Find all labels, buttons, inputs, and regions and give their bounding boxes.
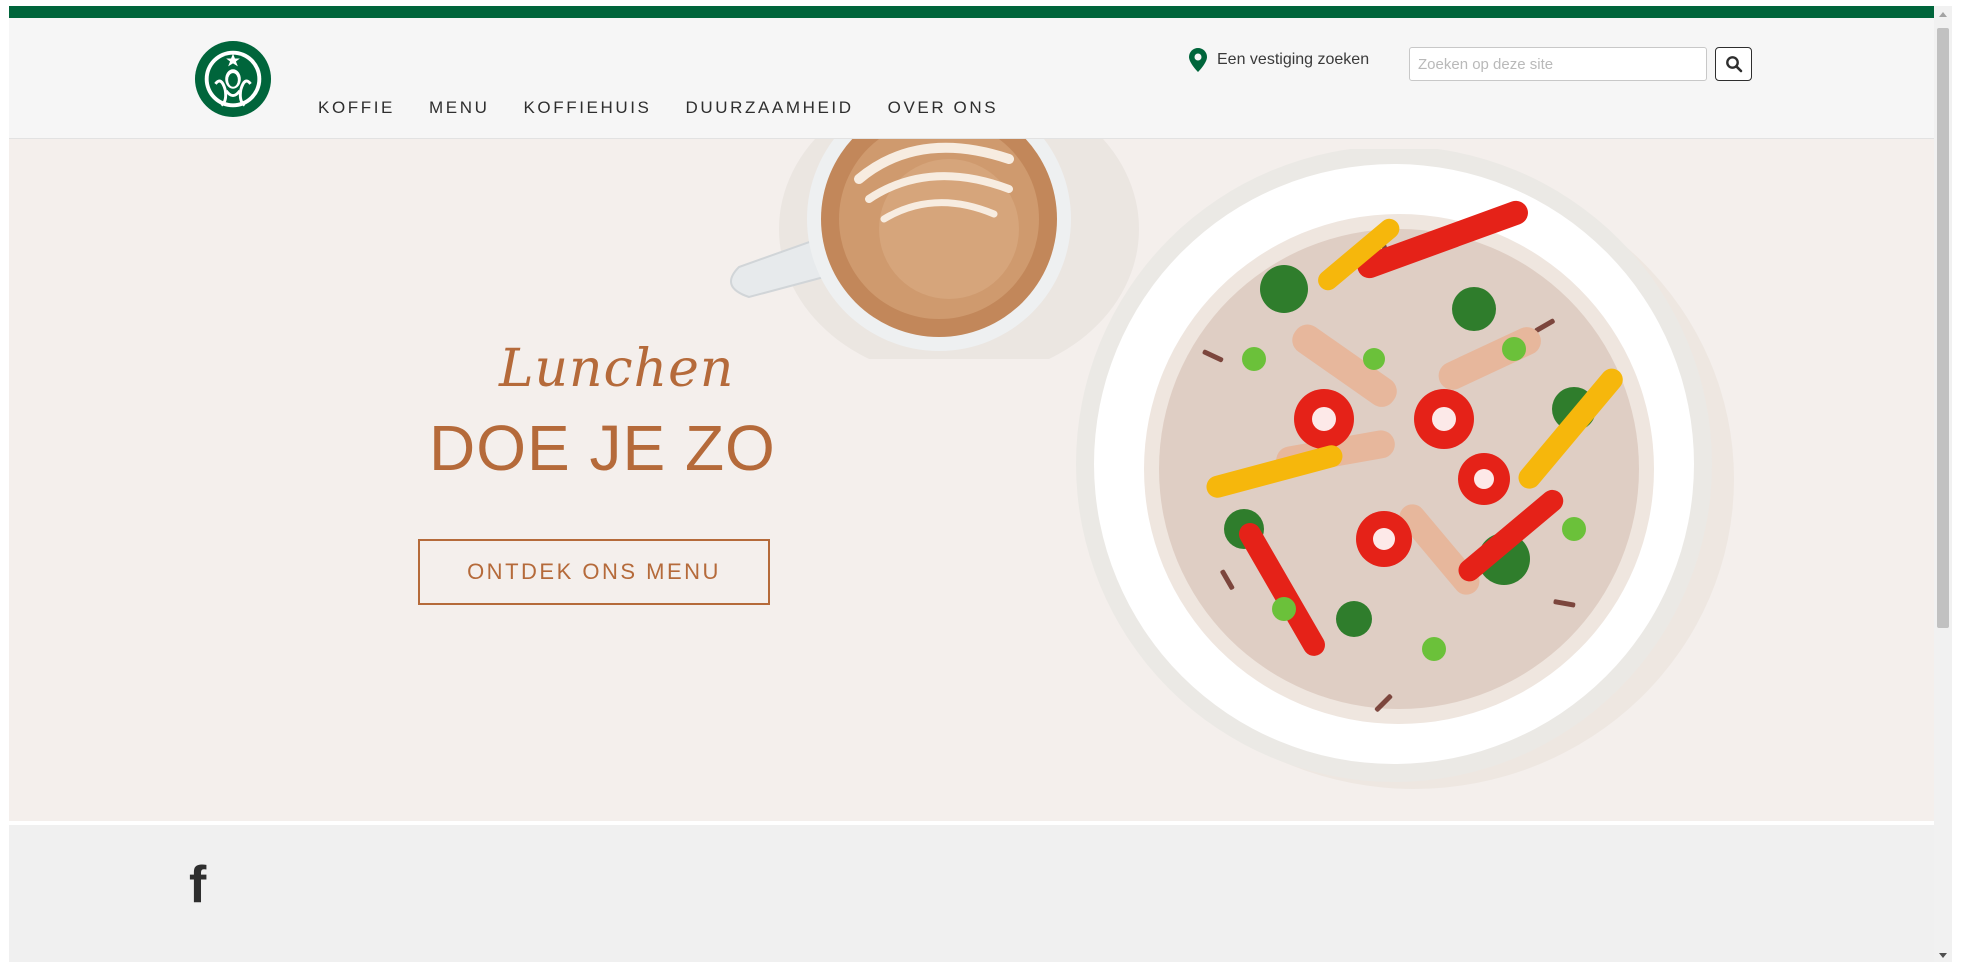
page-scrollbar[interactable] [1934,6,1952,962]
hero-banner: Lunchen DOE JE ZO ONTDEK ONS MENU [9,139,1934,821]
discover-menu-button[interactable]: ONTDEK ONS MENU [418,539,770,605]
main-nav: KOFFIE MENU KOFFIEHUIS DUURZAAMHEID OVER… [318,98,1032,118]
search-button[interactable] [1715,47,1752,81]
map-pin-icon [1189,48,1207,72]
lunch-plate-image [1076,149,1734,789]
hero-tagline: Lunchen [499,339,735,399]
nav-item-koffiehuis[interactable]: KOFFIEHUIS [523,98,651,118]
scroll-down-arrow-icon[interactable] [1939,953,1947,958]
scroll-up-arrow-icon[interactable] [1939,12,1947,17]
site-header: KOFFIE MENU KOFFIEHUIS DUURZAAMHEID OVER… [9,18,1934,139]
nav-item-duurzaamheid[interactable]: DUURZAAMHEID [685,98,853,118]
nav-item-menu[interactable]: MENU [429,98,489,118]
site-search-input[interactable] [1409,47,1707,81]
site-footer: f [9,821,1934,962]
store-locator-label: Een vestiging zoeken [1217,51,1370,68]
nav-item-over-ons[interactable]: OVER ONS [888,98,999,118]
scroll-thumb[interactable] [1937,28,1949,628]
store-locator-link[interactable]: Een vestiging zoeken [1189,48,1369,72]
hero-headline: DOE JE ZO [429,412,776,484]
brand-top-bar [9,6,1934,18]
starbucks-siren-logo-icon[interactable] [194,40,272,118]
page: KOFFIE MENU KOFFIEHUIS DUURZAAMHEID OVER… [9,6,1934,962]
search-icon [1725,56,1742,73]
nav-item-koffie[interactable]: KOFFIE [318,98,395,118]
facebook-icon[interactable]: f [189,859,206,911]
